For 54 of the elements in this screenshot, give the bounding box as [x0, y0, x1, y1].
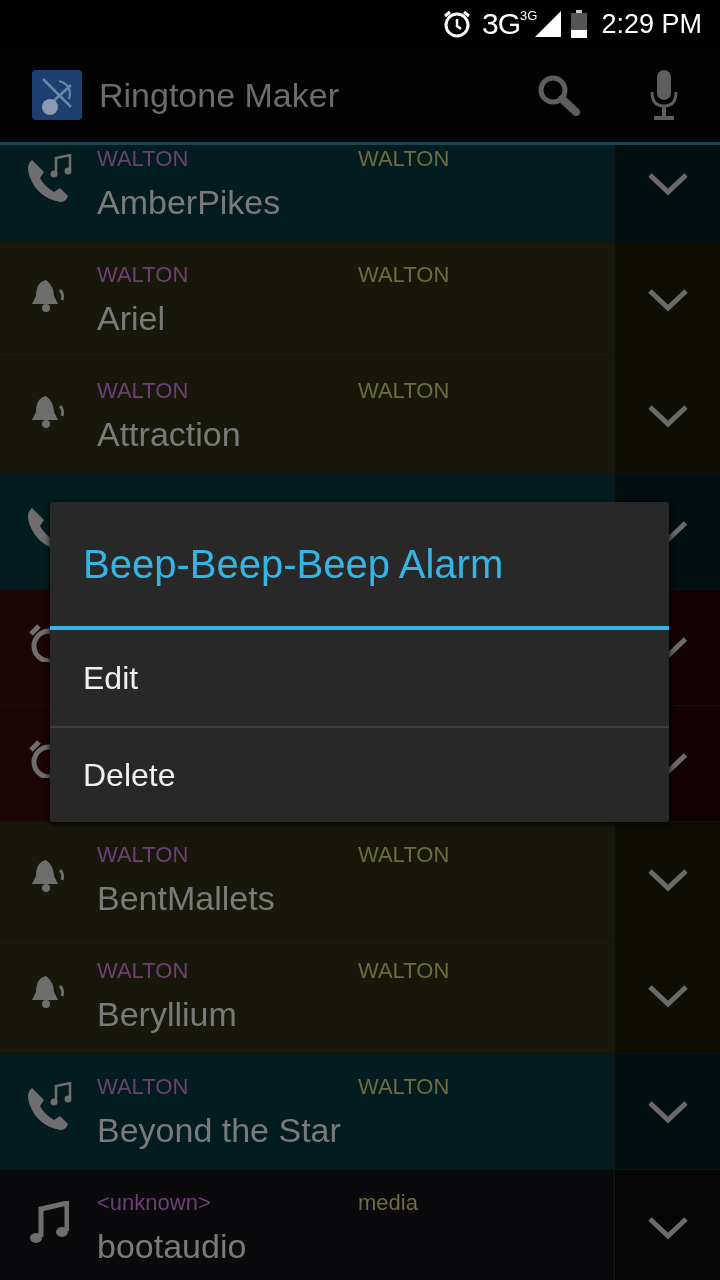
ringtone-name: Beryllium	[97, 994, 238, 1034]
expand-button[interactable]	[614, 242, 720, 357]
artist-label: WALTON	[97, 958, 190, 984]
expand-button[interactable]	[614, 1054, 720, 1169]
chevron-down-icon	[646, 1099, 689, 1124]
app-logo-icon	[31, 69, 83, 121]
ringtone-name: Attraction	[97, 414, 242, 454]
album-label: WALTON	[358, 958, 451, 984]
artist-label: WALTON	[97, 842, 190, 868]
signal-icon	[535, 11, 562, 37]
alarm-clock-icon	[28, 624, 50, 662]
chevron-down-icon	[646, 403, 689, 428]
search-button[interactable]	[536, 74, 582, 116]
expand-button[interactable]	[614, 1170, 720, 1280]
dialog-title: Beep-Beep-Beep Alarm	[50, 502, 669, 630]
clock-time: 2:29 PM	[601, 8, 702, 40]
ringtone-name: bootaudio	[97, 1226, 248, 1266]
music-note-icon	[28, 1201, 69, 1245]
expand-button[interactable]	[614, 822, 720, 937]
network-type: 3G	[482, 7, 521, 41]
chevron-down-icon	[669, 635, 689, 660]
ringtone-name: BentMallets	[97, 878, 276, 918]
artist-label: WALTON	[97, 262, 190, 288]
chevron-down-icon	[646, 171, 689, 196]
chevron-down-icon	[646, 287, 689, 312]
artist-label: WALTON	[97, 1074, 190, 1100]
app-title: Ringtone Maker	[99, 75, 340, 115]
album-label: WALTON	[358, 146, 451, 172]
album-label: WALTON	[358, 842, 451, 868]
alarm-clock-icon	[28, 740, 50, 778]
battery-icon	[571, 10, 588, 38]
album-label: media	[358, 1190, 419, 1216]
expand-button[interactable]	[614, 938, 720, 1053]
album-label: WALTON	[358, 262, 451, 288]
ringtone-name: Ariel	[97, 298, 167, 338]
alarm-icon	[442, 9, 473, 39]
ringtone-name: AmberPikes	[97, 182, 282, 222]
chevron-down-icon	[669, 519, 689, 544]
network-label: 3G	[520, 8, 538, 23]
microphone-button[interactable]	[650, 70, 678, 120]
artist-label: <unknown>	[97, 1190, 212, 1216]
menu-item[interactable]: Edit	[50, 630, 669, 726]
expand-button[interactable]	[614, 358, 720, 473]
chevron-down-icon	[669, 751, 689, 776]
chevron-down-icon	[646, 867, 689, 892]
album-label: WALTON	[358, 378, 451, 404]
artist-label: WALTON	[97, 378, 190, 404]
expand-button[interactable]	[614, 145, 720, 241]
album-label: WALTON	[358, 1074, 451, 1100]
chevron-down-icon	[646, 983, 689, 1008]
chevron-down-icon	[646, 1215, 689, 1240]
artist-label: WALTON	[97, 146, 190, 172]
menu-item[interactable]: Delete	[50, 726, 669, 822]
ringtone-name: Beyond the Star	[97, 1110, 342, 1150]
